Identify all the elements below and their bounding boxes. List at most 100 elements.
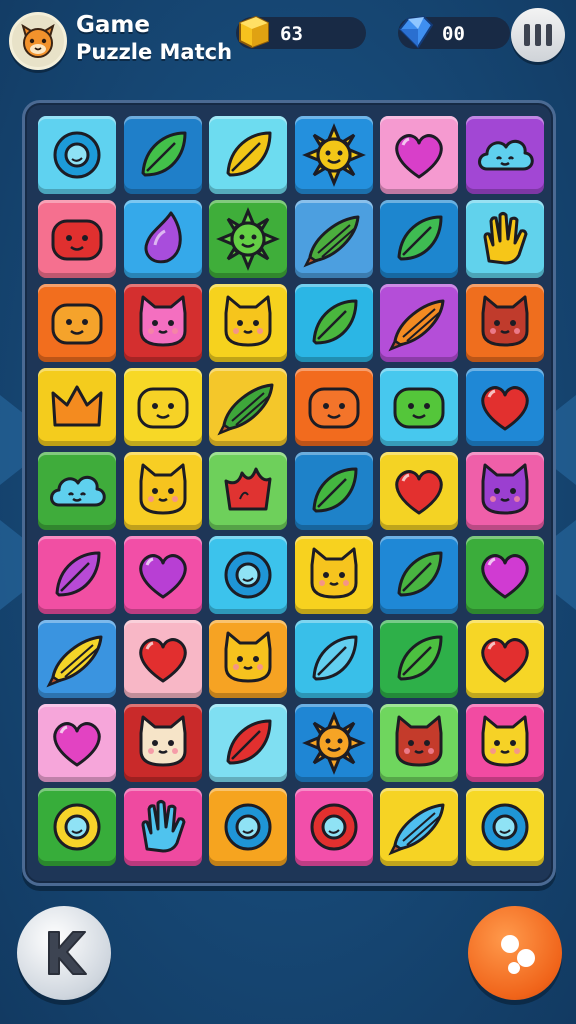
game-tile[interactable] — [294, 284, 373, 362]
ring-icon — [224, 551, 272, 599]
game-tile[interactable] — [209, 368, 287, 446]
heart-icon — [138, 554, 187, 599]
heart-icon — [138, 638, 187, 683]
game-tile[interactable] — [209, 200, 287, 278]
cat-icon — [481, 463, 528, 515]
cloud-icon — [477, 139, 534, 171]
game-tile[interactable] — [123, 368, 202, 446]
game-tile[interactable] — [209, 620, 287, 698]
game-tile[interactable] — [380, 284, 458, 362]
game-tile[interactable] — [209, 536, 287, 614]
game-tile[interactable] — [380, 788, 458, 866]
game-tile[interactable] — [38, 284, 116, 362]
game-tile[interactable] — [294, 368, 373, 446]
game-tile[interactable] — [294, 620, 373, 698]
leaf-icon — [55, 551, 101, 597]
ring-icon — [53, 803, 101, 851]
cat-icon — [481, 715, 528, 767]
game-tile[interactable] — [209, 704, 287, 782]
pod-icon — [388, 299, 445, 352]
title-line-1: Game — [76, 12, 150, 38]
sun-icon — [301, 123, 366, 187]
game-tile[interactable] — [380, 200, 458, 278]
game-tile[interactable] — [380, 452, 458, 530]
game-tile[interactable] — [209, 116, 287, 194]
game-tile[interactable] — [465, 368, 544, 446]
game-tile[interactable] — [123, 200, 202, 278]
game-tile[interactable] — [123, 116, 202, 194]
game-tile[interactable] — [123, 620, 202, 698]
game-tile[interactable] — [38, 704, 116, 782]
face-icon — [137, 387, 188, 429]
cat-icon — [310, 547, 357, 599]
leaf-icon — [397, 635, 443, 681]
pause-icon — [546, 24, 552, 46]
k-letter-icon — [48, 931, 87, 975]
title-line-2: Puzzle Match — [76, 39, 233, 64]
pause-icon — [535, 24, 541, 46]
game-tile[interactable] — [123, 452, 202, 530]
game-tile[interactable] — [38, 200, 116, 278]
game-tile[interactable] — [294, 116, 373, 194]
game-tile[interactable] — [209, 788, 287, 866]
cat-icon — [139, 715, 186, 767]
game-tile[interactable] — [38, 452, 116, 530]
leaf-icon — [312, 299, 357, 345]
game-tile[interactable] — [380, 704, 458, 782]
cat-icon — [481, 295, 528, 347]
ring-icon — [53, 131, 101, 179]
game-tile[interactable] — [380, 116, 458, 194]
cat-icon — [139, 463, 186, 515]
game-tile[interactable] — [123, 788, 202, 866]
game-tile[interactable] — [123, 284, 202, 362]
game-tile[interactable] — [123, 536, 202, 614]
game-tile[interactable] — [38, 116, 116, 194]
game-tile[interactable] — [380, 368, 458, 446]
face-icon — [51, 303, 103, 345]
game-tile[interactable] — [380, 536, 458, 614]
game-tile[interactable] — [465, 788, 544, 866]
gems-value: 00 — [442, 23, 465, 45]
pause-button[interactable] — [511, 8, 565, 62]
game-tile[interactable] — [465, 536, 544, 614]
gems-counter: 00 — [398, 15, 510, 49]
game-tile[interactable] — [465, 116, 544, 194]
heart-icon — [395, 470, 443, 515]
game-tile[interactable] — [209, 284, 287, 362]
game-tile[interactable] — [465, 284, 544, 362]
game-tile[interactable] — [123, 704, 202, 782]
game-tile[interactable] — [38, 788, 116, 866]
cat-face-icon — [21, 23, 55, 58]
game-tile[interactable] — [465, 704, 544, 782]
sun-icon — [216, 207, 280, 271]
game-tile[interactable] — [465, 452, 544, 530]
cat-icon — [395, 715, 443, 767]
cloud-icon — [50, 475, 106, 507]
leaf-icon — [141, 131, 186, 177]
game-tile[interactable] — [465, 620, 544, 698]
booster-button[interactable] — [468, 906, 562, 1000]
cat-icon — [224, 295, 272, 347]
avatar[interactable] — [9, 12, 67, 70]
game-tile[interactable] — [465, 200, 544, 278]
game-tile[interactable] — [294, 200, 373, 278]
game-title: Game Puzzle Match — [76, 12, 232, 65]
game-tile[interactable] — [294, 704, 373, 782]
game-tile[interactable] — [38, 536, 116, 614]
game-tile[interactable] — [209, 452, 287, 530]
back-button[interactable] — [17, 906, 111, 1000]
heart-icon — [395, 134, 443, 179]
face-icon — [393, 387, 445, 429]
game-tile[interactable] — [38, 368, 116, 446]
game-tile[interactable] — [380, 620, 458, 698]
pause-icon — [524, 24, 530, 46]
game-tile[interactable] — [294, 788, 373, 866]
game-tile[interactable] — [294, 536, 373, 614]
game-tile[interactable] — [294, 452, 373, 530]
leaf-icon — [397, 551, 443, 597]
heart-icon — [53, 722, 101, 767]
game-tile[interactable] — [38, 620, 116, 698]
cat-icon — [139, 295, 186, 347]
heart-icon — [480, 554, 529, 599]
pod-icon — [46, 635, 103, 688]
